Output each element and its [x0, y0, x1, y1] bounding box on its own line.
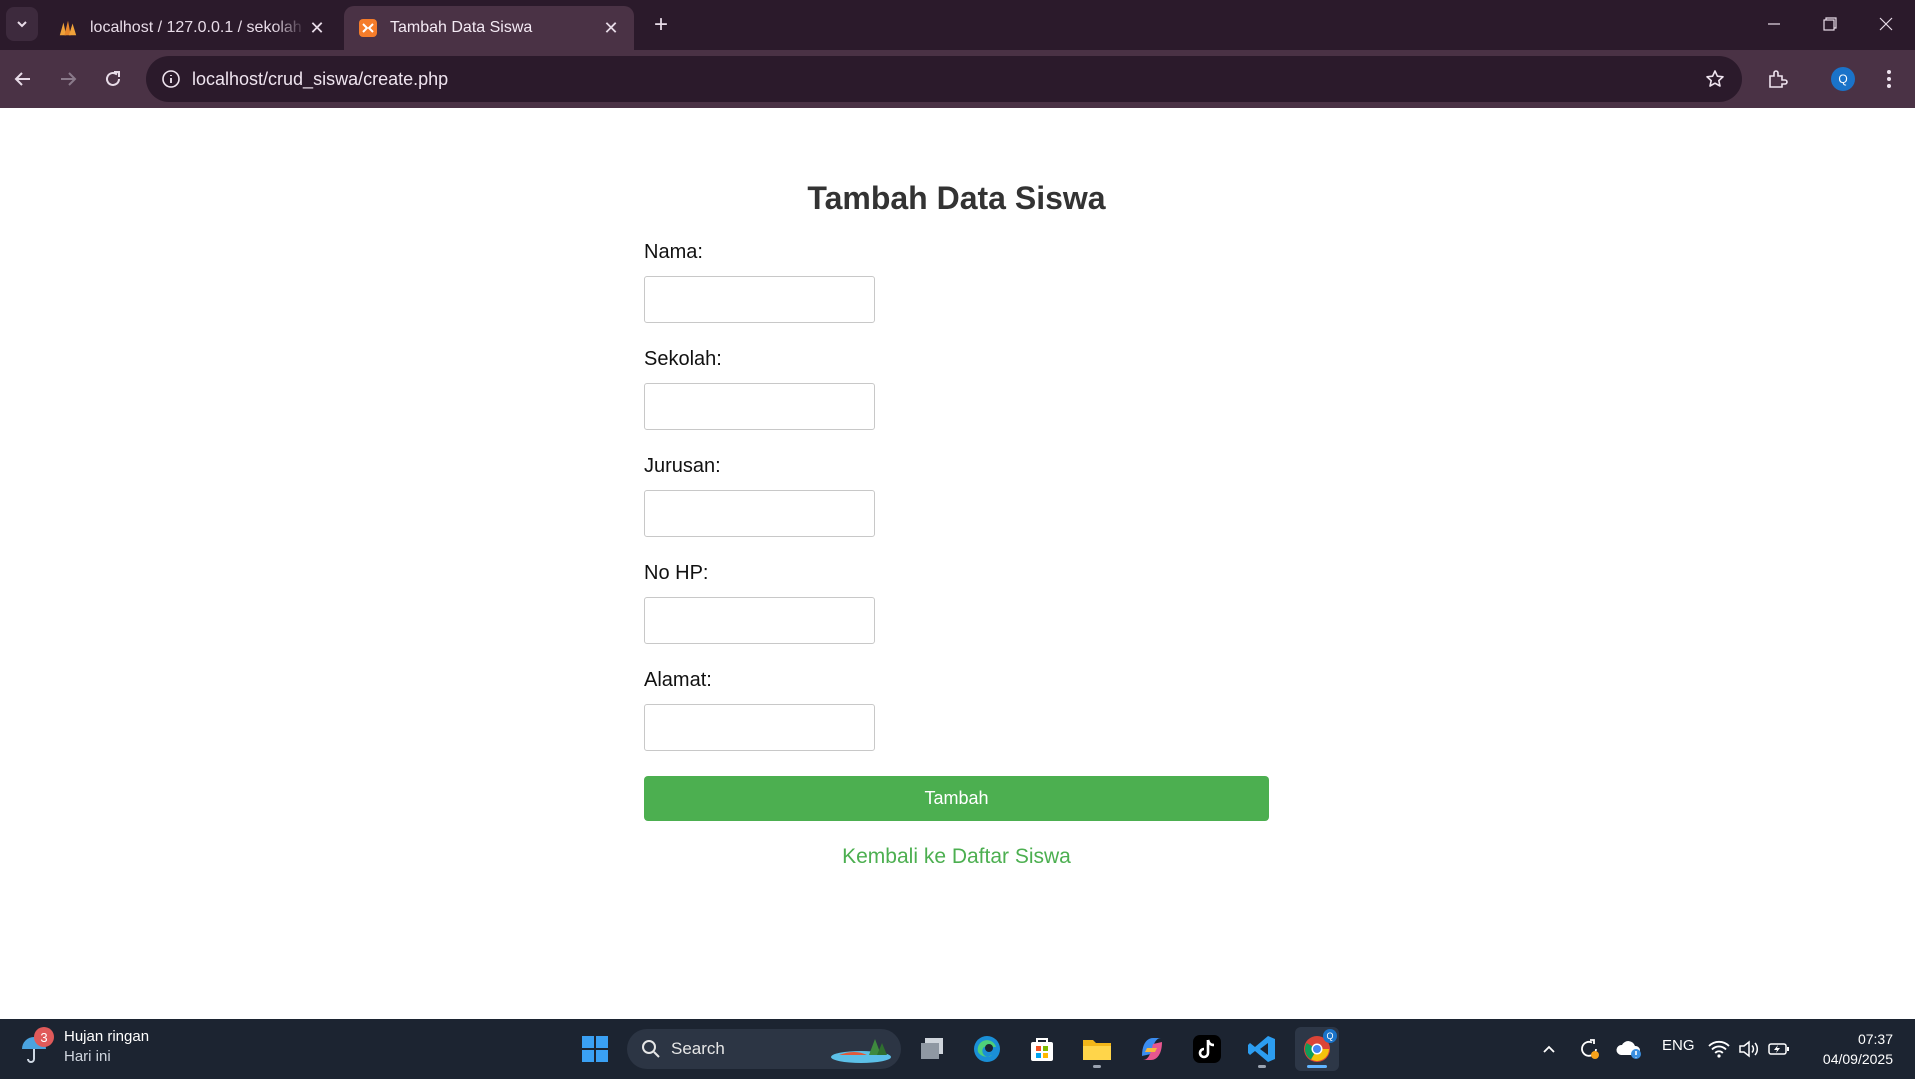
- volume-icon[interactable]: [1732, 1027, 1766, 1071]
- tab-search-chevron-icon[interactable]: [6, 7, 38, 41]
- show-hidden-icons-chevron-icon[interactable]: [1527, 1027, 1571, 1071]
- sekolah-input[interactable]: [644, 383, 875, 430]
- search-icon: [641, 1039, 661, 1059]
- running-indicator: [1258, 1065, 1266, 1068]
- browser-tab-strip: localhost / 127.0.0.1 / sekolah / ✕ Tamb…: [0, 0, 1915, 50]
- add-student-form: Tambah Data Siswa Nama: Sekolah: Jurusan…: [644, 180, 1269, 869]
- nama-input[interactable]: [644, 276, 875, 323]
- tab-tambah-data-siswa[interactable]: Tambah Data Siswa ✕: [344, 6, 634, 50]
- jurusan-input[interactable]: [644, 490, 875, 537]
- clock[interactable]: 07:37 04/09/2025: [1823, 1029, 1893, 1069]
- file-explorer-icon[interactable]: [1075, 1027, 1119, 1071]
- profile-initial: Q: [1831, 67, 1855, 91]
- tiktok-icon[interactable]: [1185, 1027, 1229, 1071]
- task-view-icon[interactable]: [910, 1027, 954, 1071]
- edge-icon[interactable]: [965, 1027, 1009, 1071]
- weather-widget[interactable]: 3 Hujan ringan Hari ini: [18, 1027, 149, 1067]
- tab-phpmyadmin[interactable]: localhost / 127.0.0.1 / sekolah / ✕: [44, 6, 340, 50]
- wifi-icon[interactable]: [1702, 1027, 1736, 1071]
- forward-arrow-icon[interactable]: [51, 62, 85, 96]
- bookmark-star-icon[interactable]: [1702, 66, 1728, 92]
- clock-time: 07:37: [1857, 1031, 1893, 1047]
- battery-charging-icon[interactable]: [1762, 1027, 1796, 1071]
- close-tab-icon[interactable]: ✕: [306, 17, 328, 39]
- onedrive-cloud-icon[interactable]: [1607, 1027, 1651, 1071]
- weather-subtitle: Hari ini: [64, 1048, 111, 1065]
- site-info-icon[interactable]: [158, 66, 184, 92]
- store-icon[interactable]: [1020, 1027, 1064, 1071]
- kebab-menu-icon[interactable]: [1872, 62, 1906, 96]
- search-highlight-image-icon: [825, 1033, 895, 1065]
- url-text: localhost/crud_siswa/create.php: [192, 69, 449, 89]
- no-hp-input[interactable]: [644, 597, 875, 644]
- extensions-puzzle-icon[interactable]: [1760, 62, 1794, 96]
- tambah-button[interactable]: Tambah: [644, 776, 1269, 821]
- page-viewport: Tambah Data Siswa Nama: Sekolah: Jurusan…: [0, 108, 1915, 1019]
- language-indicator[interactable]: ENG: [1662, 1037, 1695, 1054]
- jurusan-label: Jurusan:: [644, 455, 721, 477]
- rain-umbrella-icon: 3: [18, 1027, 54, 1065]
- alamat-input[interactable]: [644, 704, 875, 751]
- address-bar[interactable]: localhost/crud_siswa/create.php: [146, 56, 1742, 102]
- phpmyadmin-icon: [58, 18, 78, 38]
- alamat-label: Alamat:: [644, 669, 712, 691]
- windows-start-icon[interactable]: [573, 1027, 617, 1071]
- new-tab-plus-icon[interactable]: +: [646, 10, 676, 40]
- copilot-icon[interactable]: [1130, 1027, 1174, 1071]
- weather-title: Hujan ringan: [64, 1028, 150, 1045]
- windows-taskbar: 3 Hujan ringan Hari ini Search Q ENG 07:…: [0, 1019, 1915, 1079]
- xampp-icon: [358, 18, 378, 38]
- no-hp-label: No HP:: [644, 562, 709, 584]
- reload-icon[interactable]: [96, 62, 130, 96]
- back-to-list-link[interactable]: Kembali ke Daftar Siswa: [644, 845, 1269, 869]
- close-window-icon[interactable]: [1858, 0, 1914, 48]
- back-arrow-icon[interactable]: [6, 62, 40, 96]
- notification-badge: 3: [34, 1027, 54, 1047]
- minimize-icon[interactable]: [1746, 0, 1802, 48]
- nama-label: Nama:: [644, 241, 703, 263]
- close-tab-icon[interactable]: ✕: [600, 17, 622, 39]
- restore-icon[interactable]: [1802, 0, 1858, 48]
- profile-avatar[interactable]: Q: [1826, 62, 1860, 96]
- vscode-icon[interactable]: [1240, 1027, 1284, 1071]
- sekolah-label: Sekolah:: [644, 348, 722, 370]
- tab-title: localhost / 127.0.0.1 / sekolah /: [90, 19, 306, 36]
- page-title: Tambah Data Siswa: [807, 180, 1106, 216]
- chrome-profile-badge: Q: [1323, 1029, 1337, 1043]
- search-label: Search: [671, 1039, 725, 1058]
- chrome-icon[interactable]: Q: [1295, 1027, 1339, 1071]
- tab-title: Tambah Data Siswa: [390, 19, 533, 36]
- taskbar-search-box[interactable]: Search: [627, 1029, 901, 1069]
- running-indicator: [1093, 1065, 1101, 1068]
- sync-update-icon[interactable]: [1567, 1027, 1611, 1071]
- active-indicator: [1307, 1065, 1327, 1068]
- clock-date: 04/09/2025: [1822, 1051, 1893, 1067]
